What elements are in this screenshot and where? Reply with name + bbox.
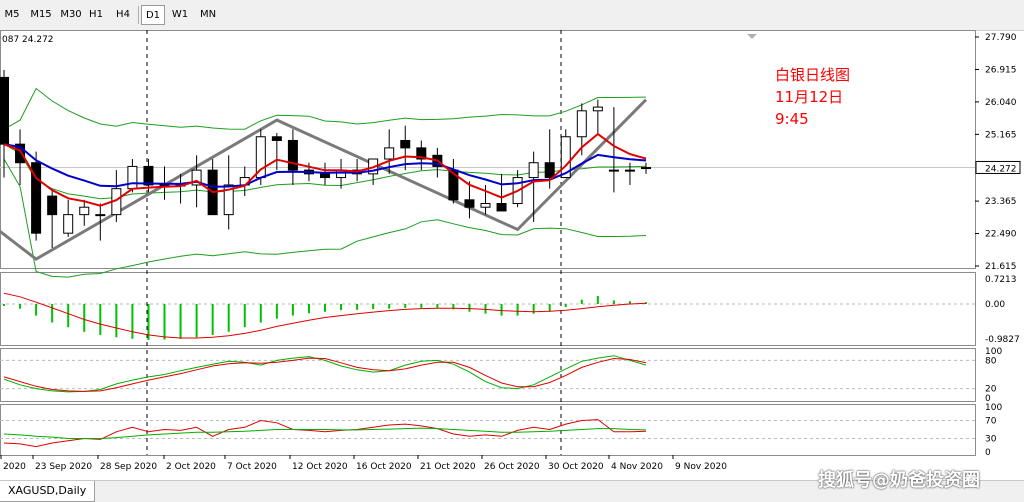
- macd-panel: [3, 292, 647, 340]
- timeframe-m15-button[interactable]: M15: [26, 5, 56, 25]
- candle-body: [320, 173, 330, 179]
- date-axis-label: 21 Oct 2020: [420, 462, 476, 472]
- price-axis-label: 21.615: [985, 262, 1017, 272]
- chart-canvas[interactable]: 27.790 26.915 26.040 25.165 24.272 23.365 22.4…: [0, 30, 1024, 480]
- macd-axis-label: 0.00: [985, 300, 1005, 310]
- date-axis-label: 2 Oct 2020: [166, 462, 216, 472]
- rsi-axis-label: 100: [985, 403, 1002, 413]
- rsi-axis-label: 30: [985, 435, 997, 445]
- candle-body: [641, 167, 651, 170]
- price-axis-label: 26.040: [985, 98, 1017, 108]
- price-axis-label: 25.165: [985, 130, 1017, 140]
- candle-body: [0, 76, 9, 145]
- candle-body: [271, 136, 282, 141]
- price-axis-label: 27.790: [985, 33, 1017, 43]
- candle-body: [624, 169, 635, 172]
- stochastic-panel: [3, 355, 647, 393]
- annotation-date: 11月12日: [775, 88, 843, 106]
- candle-body: [63, 214, 74, 234]
- timeframe-m30-button[interactable]: M30: [56, 5, 86, 25]
- price-axis-label: 26.915: [985, 65, 1017, 75]
- candle-body: [576, 110, 587, 138]
- toolbar-separator: [138, 6, 139, 24]
- timeframe-m5-button[interactable]: M5: [0, 5, 24, 25]
- rsi-axis-label: 0: [985, 448, 991, 458]
- upper-band-line: [3, 87, 647, 130]
- timeframe-w1-button[interactable]: W1: [168, 5, 192, 25]
- annotation-title: 白银日线图: [775, 66, 850, 84]
- timeframe-h1-button[interactable]: H1: [84, 5, 108, 25]
- chart-labels: 087 24.272 白银日线图 11月12日 9:45: [2, 34, 850, 128]
- timeframe-toolbar: M5 M15 M30 H1 H4 D1 W1 MN: [0, 0, 1024, 31]
- candle-body: [528, 162, 539, 179]
- candle-body: [47, 195, 58, 216]
- candle-body: [608, 169, 619, 172]
- candle-body: [464, 199, 475, 208]
- date-axis-label: 16 Oct 2020: [356, 462, 412, 472]
- candle-body: [287, 139, 298, 171]
- stoch-k-line: [3, 355, 647, 393]
- timeframe-mn-button[interactable]: MN: [195, 5, 221, 25]
- grid-lines: [0, 166, 975, 439]
- candle-body: [544, 162, 555, 179]
- candle-body: [496, 203, 507, 212]
- date-axis-label: 2020: [3, 462, 26, 472]
- date-axis-label: 30 Oct 2020: [548, 462, 604, 472]
- price-axis-label: 22.490: [985, 230, 1017, 240]
- candle-body: [79, 206, 90, 216]
- date-axis-label: 12 Oct 2020: [292, 462, 348, 472]
- candle-body: [143, 165, 154, 186]
- date-axis-label: 7 Oct 2020: [227, 462, 277, 472]
- rsi-panel: [3, 419, 647, 448]
- candle-body: [480, 203, 491, 208]
- annotation-time: 9:45: [775, 110, 809, 128]
- timeframe-d1-button[interactable]: D1: [141, 5, 165, 25]
- date-axis-label: 23 Sep 2020: [35, 462, 92, 472]
- timeframe-h4-button[interactable]: H4: [111, 5, 135, 25]
- autoscroll-marker-icon[interactable]: [747, 34, 757, 39]
- candle-body: [592, 106, 603, 112]
- current-price-label: 24.272: [985, 164, 1017, 174]
- price-axis-label: 23.365: [985, 197, 1017, 207]
- date-axis-label: 26 Oct 2020: [484, 462, 540, 472]
- candlestick-series: [0, 70, 651, 249]
- info-text: 087 24.272: [2, 35, 54, 45]
- watermark: 搜狐号@奶爸投资圈: [818, 470, 980, 491]
- date-axis-label: 4 Nov 2020: [611, 462, 663, 472]
- candle-body: [400, 139, 411, 149]
- candle-body: [384, 147, 395, 160]
- date-axis-label: 28 Sep 2020: [100, 462, 157, 472]
- date-axis-label: 9 Nov 2020: [675, 462, 727, 472]
- stoch-d-line: [3, 357, 647, 392]
- symbol-tab[interactable]: XAGUSD,Daily: [0, 481, 96, 502]
- price-axes: 27.790 26.915 26.040 25.165 24.272 23.365 22.4…: [975, 33, 1021, 458]
- macd-axis-label: -0.9827: [985, 335, 1020, 345]
- stoch-axis-label: 80: [985, 356, 997, 366]
- candle-body: [95, 214, 106, 217]
- date-axis: 2020 23 Sep 2020 28 Sep 2020 2 Oct 2020 7 Oc…: [0, 455, 727, 472]
- candle-body: [127, 165, 138, 190]
- rsi-axis-label: 70: [985, 417, 997, 427]
- macd-axis-label: 0.7213: [985, 275, 1017, 285]
- rsi-line: [3, 419, 647, 448]
